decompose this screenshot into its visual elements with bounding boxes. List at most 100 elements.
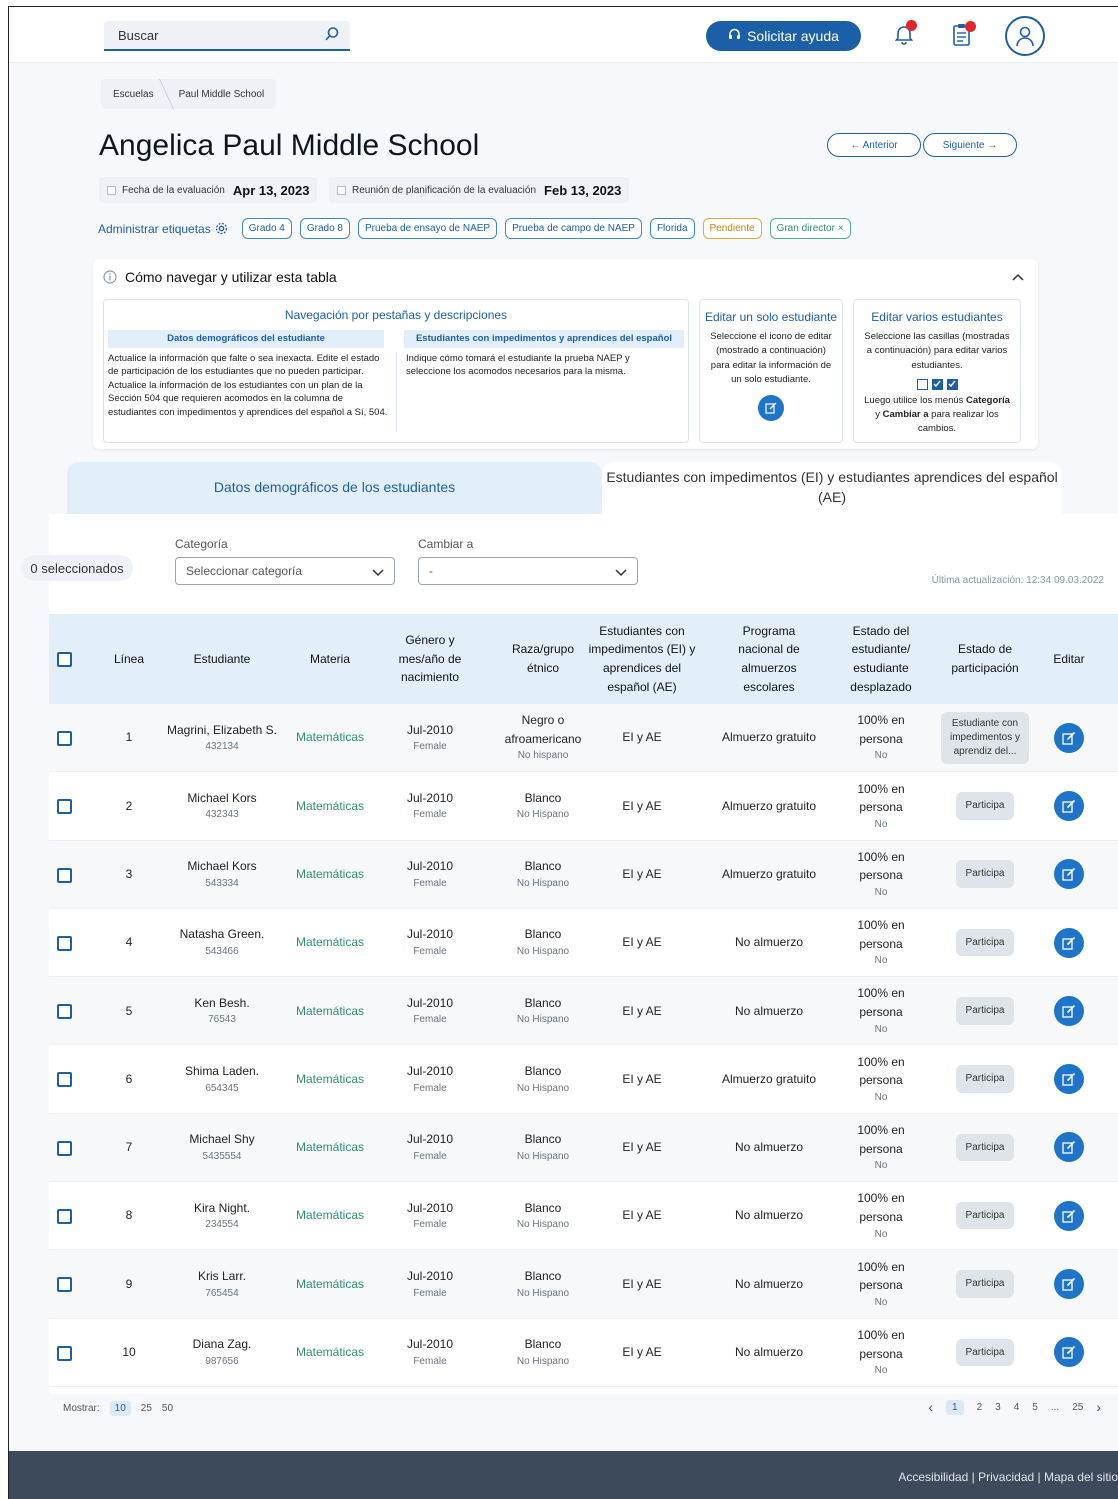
row-checkbox[interactable] [57, 1209, 72, 1225]
student-status-cell: 100% en persona No [833, 1182, 929, 1249]
tag-gran-director[interactable]: Gran director × [769, 218, 851, 239]
ei-ae-value: EI y AE [622, 1003, 662, 1018]
page-size-10[interactable]: 10 [109, 1401, 131, 1416]
tag-grado-8[interactable]: Grado 8 [299, 218, 350, 239]
evaluation-date-value: Apr 13, 2023 [232, 182, 310, 198]
row-checkbox[interactable] [57, 1277, 72, 1293]
edit-button[interactable] [1054, 927, 1084, 958]
tab-ei-ae[interactable]: Estudiantes con impedimentos (EI) y estu… [602, 462, 1062, 514]
user-avatar[interactable] [1005, 16, 1045, 56]
footer-links[interactable]: Accesibilidad | Privacidad | Mapa del si… [898, 1470, 1118, 1484]
checkbox-checked-icon [931, 378, 943, 390]
lunch-program: Almuerzo gratuito [721, 730, 817, 745]
notifications-icon[interactable] [893, 20, 917, 48]
page-3[interactable]: 3 [995, 1402, 1001, 1413]
tag-prueba-campo[interactable]: Prueba de campo de NAEP [505, 218, 642, 239]
participation-status[interactable]: Participa [955, 1065, 1015, 1093]
page-25[interactable]: 25 [1072, 1402, 1083, 1413]
change-to-select[interactable]: - [418, 557, 638, 585]
participation-status[interactable]: Estudiante con impedimentos y aprendiz d… [941, 711, 1029, 764]
col-ei-ae[interactable]: Estudiantes con impedimentos (EI) y apre… [587, 614, 697, 704]
participation-status[interactable]: Participa [955, 997, 1015, 1025]
manage-tags-link[interactable]: Administrar etiquetas [98, 222, 228, 236]
row-checkbox[interactable] [57, 935, 72, 951]
tag-prueba-ensayo[interactable]: Prueba de ensayo de NAEP [358, 218, 498, 239]
page-2[interactable]: 2 [977, 1402, 983, 1413]
student-cell: Ken Besh. 76543 [159, 977, 285, 1044]
student-cell: Diana Zag. 987656 [159, 1319, 285, 1386]
col-estado[interactable]: Estado del estudiante/ estudiante despla… [833, 614, 929, 704]
race-cell: Blanco No Hispano [495, 1045, 591, 1112]
edit-cell [1039, 977, 1099, 1044]
search-box[interactable] [104, 21, 350, 51]
participation-status[interactable]: Participa [955, 1338, 1015, 1367]
page-size-25[interactable]: 25 [141, 1403, 152, 1414]
row-checkbox[interactable] [57, 1140, 72, 1156]
col-genero[interactable]: Género y mes/año de nacimiento [385, 614, 475, 704]
row-checkbox[interactable] [57, 731, 72, 746]
planning-meeting-date: Reunión de planificación de la evaluació… [329, 177, 630, 203]
ei-ae-value: EI y AE [622, 1071, 662, 1086]
col-editar: Editar [1053, 651, 1085, 666]
page-4[interactable]: 4 [1014, 1402, 1020, 1413]
row-checkbox[interactable] [57, 1072, 72, 1088]
edit-button[interactable] [1054, 995, 1084, 1026]
edit-icon [1062, 731, 1076, 745]
edit-button[interactable] [1054, 1337, 1084, 1368]
page-size-50[interactable]: 50 [162, 1403, 173, 1414]
tab-demographics[interactable]: Datos demográficos de los estudiantes [67, 462, 602, 514]
participation-status[interactable]: Participa [955, 1270, 1015, 1298]
page-1[interactable]: 1 [946, 1399, 964, 1415]
edit-button[interactable] [1054, 1064, 1084, 1095]
tasks-clipboard-icon[interactable] [951, 21, 976, 50]
student-cell: Michael Kors 432343 [159, 772, 285, 839]
tag-grado-4[interactable]: Grado 4 [241, 218, 292, 239]
search-input[interactable] [104, 21, 304, 49]
student-status-cell: 100% en persona No [833, 772, 929, 839]
edit-button[interactable] [1054, 1132, 1084, 1163]
participation-status[interactable]: Participa [955, 860, 1015, 888]
ethnicity: No Hispano [516, 809, 570, 821]
row-checkbox[interactable] [57, 799, 72, 815]
col-participacion[interactable]: Estado de participación [937, 614, 1033, 704]
category-label: Categoría [175, 537, 228, 551]
chevron-right-icon[interactable]: › [1096, 1399, 1101, 1415]
col-materia[interactable]: Materia [285, 614, 375, 704]
category-select[interactable]: Seleccionar categoría [175, 557, 395, 585]
search-icon[interactable] [324, 26, 340, 45]
participation-status[interactable]: Participa [955, 1133, 1015, 1162]
col-linea[interactable]: Línea [99, 614, 159, 704]
participation-status[interactable]: Participa [955, 792, 1015, 820]
select-all-checkbox[interactable] [57, 652, 72, 667]
request-help-button[interactable]: Solicitar ayuda [706, 21, 861, 51]
col-almuerzo[interactable]: Programa nacional de almuerzos escolares [721, 614, 817, 704]
edit-button[interactable] [1054, 1269, 1084, 1300]
row-checkbox[interactable] [57, 867, 72, 883]
row-checkbox[interactable] [57, 1004, 72, 1020]
breadcrumb-schools[interactable]: Escuelas [101, 79, 166, 109]
tag-pendiente[interactable]: Pendiente [702, 218, 762, 239]
chevron-left-icon[interactable]: ‹ [928, 1399, 933, 1415]
help-panel-header[interactable]: Cómo navegar y utilizar esta tabla [103, 269, 337, 285]
col-estudiante[interactable]: Estudiante [159, 614, 285, 704]
row-checkbox[interactable] [57, 1345, 72, 1361]
birth-gender-cell: Jul-2010 Female [385, 772, 475, 839]
collapse-chevron-icon[interactable] [1012, 271, 1024, 284]
status-line-2: persona [859, 731, 903, 746]
edit-button[interactable] [1054, 1200, 1084, 1231]
row-number: 5 [125, 1003, 133, 1018]
edit-icon [758, 395, 784, 421]
multi-text-part: y [875, 409, 883, 420]
participation-status[interactable]: Participa [955, 1201, 1015, 1230]
page-5[interactable]: 5 [1032, 1402, 1038, 1413]
edit-button[interactable] [1054, 859, 1084, 890]
ei-ae-value: EI y AE [622, 1345, 662, 1360]
edit-button[interactable] [1054, 722, 1084, 753]
student-status-cell: 100% en persona No [833, 977, 929, 1044]
next-button[interactable]: Siguiente → [923, 133, 1017, 157]
previous-button[interactable]: ← Anterior [827, 133, 921, 157]
col-raza[interactable]: Raza/grupo étnico [495, 614, 591, 704]
tag-florida[interactable]: Florida [649, 218, 695, 239]
edit-button[interactable] [1054, 790, 1084, 821]
participation-status[interactable]: Participa [955, 928, 1015, 957]
